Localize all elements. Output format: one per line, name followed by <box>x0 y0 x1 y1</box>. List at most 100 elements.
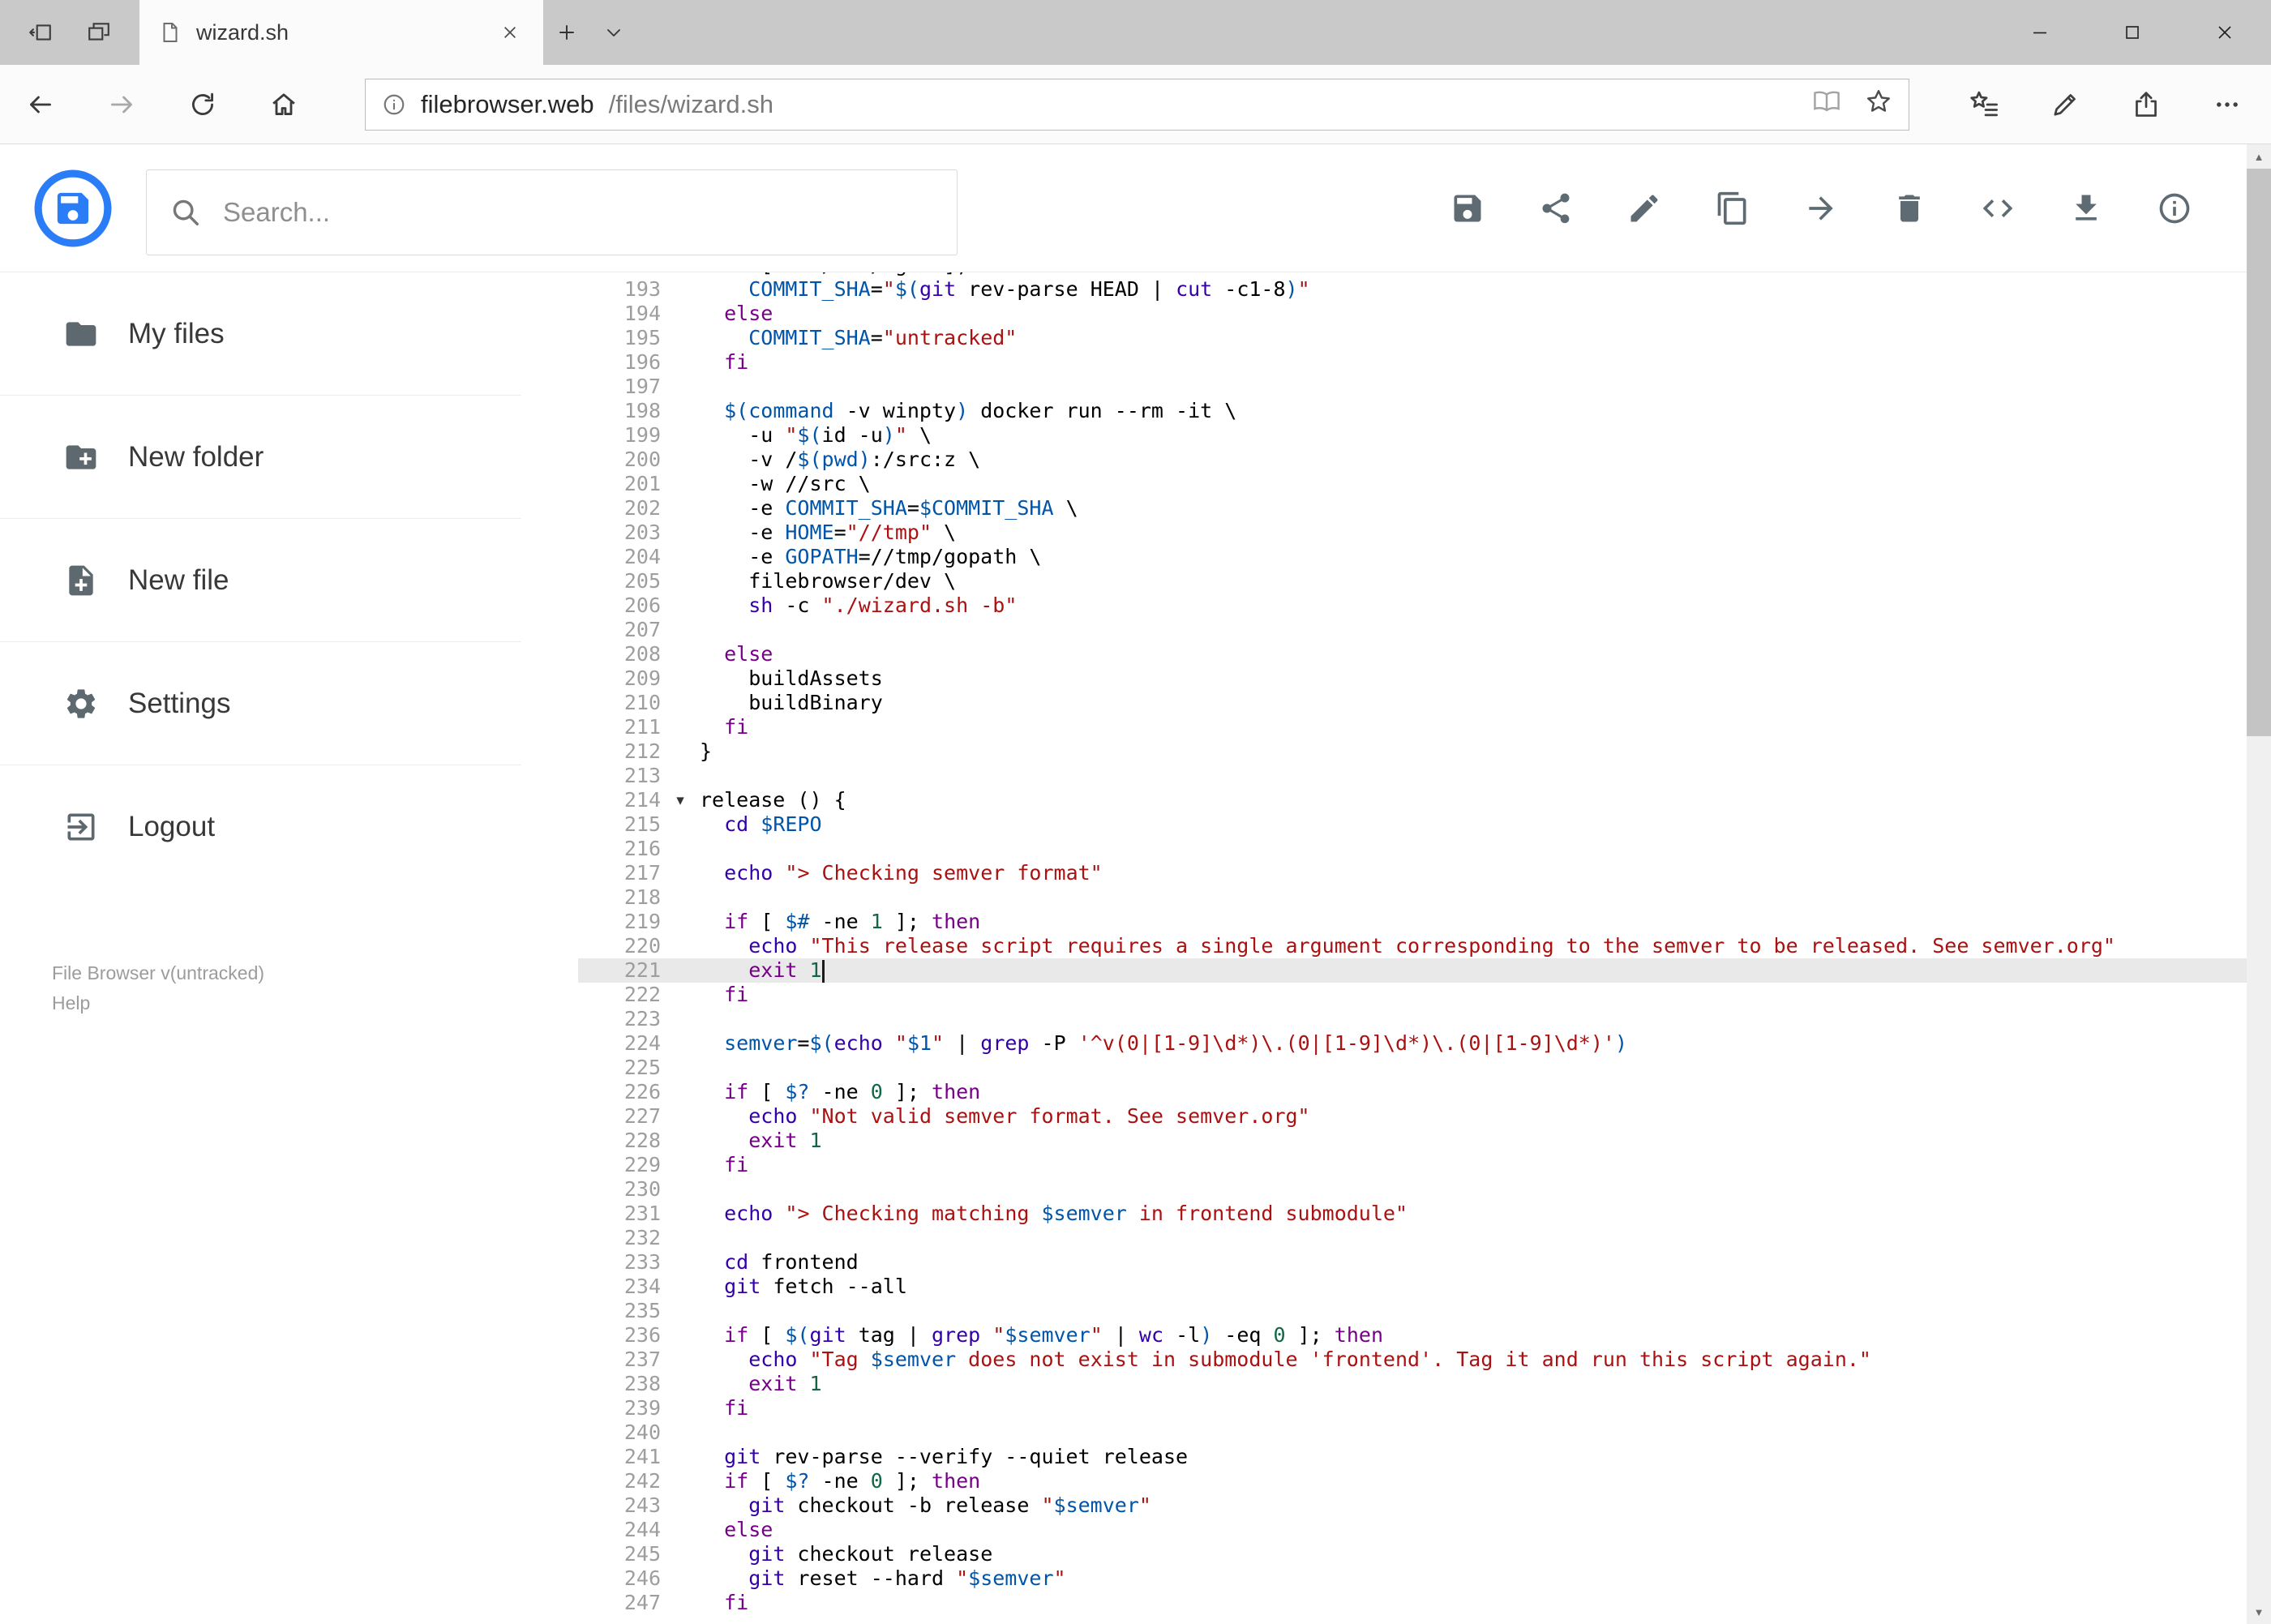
info-button[interactable] <box>2156 190 2193 227</box>
code-line[interactable]: 241 git rev-parse --verify --quiet relea… <box>578 1445 2247 1469</box>
code-line[interactable]: 223 <box>578 1007 2247 1031</box>
code-line[interactable]: 238 exit 1 <box>578 1372 2247 1396</box>
code-line[interactable]: 222 fi <box>578 983 2247 1007</box>
code-line[interactable]: 247 fi <box>578 1591 2247 1615</box>
code-line[interactable]: 216 <box>578 837 2247 861</box>
code-line[interactable]: 233 cd frontend <box>578 1250 2247 1275</box>
code-line[interactable]: 201 -w //src \ <box>578 472 2247 496</box>
code-line[interactable]: 211 fi <box>578 715 2247 739</box>
home-button[interactable] <box>243 65 324 144</box>
scrollbar-thumb[interactable] <box>2247 169 2271 736</box>
code-line[interactable]: 198 $(command -v winpty) docker run --rm… <box>578 399 2247 423</box>
code-line[interactable]: 242 if [ $? -ne 0 ]; then <box>578 1469 2247 1493</box>
code-button[interactable] <box>1979 190 2016 227</box>
code-line[interactable]: 217 echo "> Checking semver format" <box>578 861 2247 885</box>
code-line[interactable]: 228 exit 1 <box>578 1129 2247 1153</box>
code-line[interactable]: 206 sh -c "./wizard.sh -b" <box>578 593 2247 618</box>
code-line[interactable]: 215 cd $REPO <box>578 812 2247 837</box>
sidebar-item-new-file[interactable]: New file <box>0 519 521 642</box>
code-line[interactable]: 204 -e GOPATH=//tmp/gopath \ <box>578 545 2247 569</box>
code-line[interactable]: 220 echo "This release script requires a… <box>578 934 2247 958</box>
code-line[interactable]: 240 <box>578 1420 2247 1445</box>
code-line[interactable]: 196 fi <box>578 350 2247 375</box>
copy-button[interactable] <box>1714 190 1751 227</box>
search-input[interactable] <box>223 197 934 228</box>
sidebar-item-logout[interactable]: Logout <box>0 765 521 889</box>
sidebar-item-my-files[interactable]: My files <box>0 272 521 396</box>
save-button[interactable] <box>1449 190 1486 227</box>
tab-close-button[interactable] <box>496 19 524 46</box>
search-box[interactable] <box>146 169 958 255</box>
code-line[interactable]: 209 buildAssets <box>578 666 2247 691</box>
fold-arrow-icon[interactable]: ▾ <box>661 788 700 812</box>
share-up-button[interactable] <box>2106 65 2187 144</box>
forward-button[interactable] <box>81 65 162 144</box>
maximize-button[interactable] <box>2086 0 2179 65</box>
code-line[interactable]: 197 <box>578 375 2247 399</box>
tab-preview-toggle[interactable] <box>590 0 637 65</box>
aside-list-button[interactable] <box>78 0 120 65</box>
code-line[interactable]: 210 buildBinary <box>578 691 2247 715</box>
code-line[interactable]: 239 fi <box>578 1396 2247 1420</box>
code-line[interactable]: 193 COMMIT_SHA="$(git rev-parse HEAD | c… <box>578 277 2247 302</box>
url-field[interactable]: filebrowser.web/files/wizard.sh <box>365 78 1909 131</box>
code-line[interactable]: 213 <box>578 764 2247 788</box>
code-line[interactable]: 231 echo "> Checking matching $semver in… <box>578 1202 2247 1226</box>
code-line[interactable]: 221 exit 1 <box>578 958 2247 983</box>
scroll-up-button[interactable]: ▲ <box>2247 144 2271 169</box>
code-line[interactable]: 202 -e COMMIT_SHA=$COMMIT_SHA \ <box>578 496 2247 521</box>
code-line[interactable]: 200 -v /$(pwd):/src:z \ <box>578 448 2247 472</box>
code-line[interactable]: 205 filebrowser/dev \ <box>578 569 2247 593</box>
code-line[interactable]: 207 <box>578 618 2247 642</box>
code-line[interactable]: 245 git checkout release <box>578 1542 2247 1566</box>
code-line[interactable]: 243 git checkout -b release "$semver" <box>578 1493 2247 1518</box>
code-line[interactable]: 195 COMMIT_SHA="untracked" <box>578 326 2247 350</box>
tabs-aside-button[interactable] <box>19 0 62 65</box>
help-link[interactable]: Help <box>52 988 521 1018</box>
site-info-icon[interactable] <box>382 92 406 117</box>
code-line[interactable]: 230 <box>578 1177 2247 1202</box>
code-line[interactable]: 208 else <box>578 642 2247 666</box>
code-line[interactable]: 237 echo "Tag $semver does not exist in … <box>578 1348 2247 1372</box>
sidebar-item-new-folder[interactable]: New folder <box>0 396 521 519</box>
hub-button[interactable] <box>1943 65 2025 144</box>
code-line[interactable]: 212} <box>578 739 2247 764</box>
refresh-button[interactable] <box>162 65 243 144</box>
code-line[interactable]: 236 if [ $(git tag | grep "$semver" | wc… <box>578 1323 2247 1348</box>
scroll-down-button[interactable]: ▼ <box>2247 1600 2271 1624</box>
tab-wizard-sh[interactable]: wizard.sh <box>139 0 543 65</box>
code-line[interactable]: 199 -u "$(id -u)" \ <box>578 423 2247 448</box>
code-editor[interactable]: 192 if [ -d /src/.git ]; then193 COMMIT_… <box>521 272 2247 1624</box>
more-button[interactable] <box>2187 65 2268 144</box>
share-nodes-button[interactable] <box>1537 190 1575 227</box>
code-line[interactable]: 224 semver=$(echo "$1" | grep -P '^v(0|[… <box>578 1031 2247 1056</box>
edit-button[interactable] <box>1626 190 1663 227</box>
move-button[interactable] <box>1802 190 1840 227</box>
code-line[interactable]: 219 if [ $# -ne 1 ]; then <box>578 910 2247 934</box>
code-line[interactable]: 229 fi <box>578 1153 2247 1177</box>
code-line[interactable]: 234 git fetch --all <box>578 1275 2247 1299</box>
filebrowser-logo[interactable] <box>33 169 113 248</box>
new-tab-button[interactable] <box>543 0 590 65</box>
web-note-button[interactable] <box>2025 65 2106 144</box>
reading-view-button[interactable] <box>1813 88 1840 122</box>
favorite-star-button[interactable] <box>1865 88 1892 122</box>
code-line[interactable]: 214 ▾ release () { <box>578 788 2247 812</box>
code-line[interactable]: 226 if [ $? -ne 0 ]; then <box>578 1080 2247 1104</box>
code-line[interactable]: 235 <box>578 1299 2247 1323</box>
code-line[interactable]: 244 else <box>578 1518 2247 1542</box>
sidebar-item-settings[interactable]: Settings <box>0 642 521 765</box>
code-line[interactable]: 227 echo "Not valid semver format. See s… <box>578 1104 2247 1129</box>
code-line[interactable]: 194 else <box>578 302 2247 326</box>
code-line[interactable]: 218 <box>578 885 2247 910</box>
delete-button[interactable] <box>1891 190 1928 227</box>
page-scrollbar[interactable]: ▲ ▼ <box>2247 144 2271 1624</box>
minimize-button[interactable] <box>1994 0 2086 65</box>
back-button[interactable] <box>0 65 81 144</box>
code-line[interactable]: 232 <box>578 1226 2247 1250</box>
code-line[interactable]: 203 -e HOME="//tmp" \ <box>578 521 2247 545</box>
code-line[interactable]: 246 git reset --hard "$semver" <box>578 1566 2247 1591</box>
download-button[interactable] <box>2067 190 2105 227</box>
code-line[interactable]: 225 <box>578 1056 2247 1080</box>
close-button[interactable] <box>2179 0 2271 65</box>
